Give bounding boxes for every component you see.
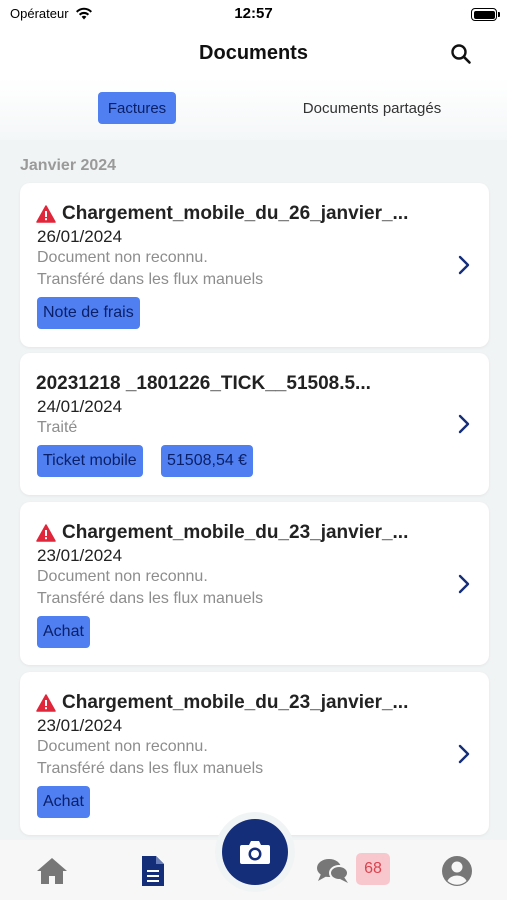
search-icon[interactable] <box>449 42 473 66</box>
warning-icon <box>36 524 56 542</box>
messages-count-badge: 68 <box>356 853 390 885</box>
document-date: 26/01/2024 <box>37 227 123 246</box>
page-title: Documents <box>199 42 308 64</box>
battery-icon <box>471 8 500 21</box>
document-title-row: 20231218 _1801226_TICK__51508.5... <box>36 373 459 395</box>
document-card[interactable]: Chargement_mobile_du_23_janvier_... 23/0… <box>20 502 489 665</box>
tab-profile[interactable] <box>440 854 474 888</box>
document-date: 24/01/2024 <box>37 397 123 416</box>
document-card[interactable]: 20231218 _1801226_TICK__51508.5... 24/01… <box>20 353 489 495</box>
tag-ticket-mobile[interactable]: Ticket mobile <box>37 445 143 477</box>
document-title-row: Chargement_mobile_du_23_janvier_... <box>36 522 459 544</box>
tab-documents[interactable] <box>136 854 170 888</box>
chevron-right-icon <box>458 574 470 594</box>
document-title: Chargement_mobile_du_26_janvier_... <box>62 203 409 224</box>
document-title: 20231218 _1801226_TICK__51508.5... <box>36 373 371 394</box>
document-title-row: Chargement_mobile_du_26_janvier_... <box>36 203 459 225</box>
tab-factures[interactable]: Factures <box>98 92 176 124</box>
document-date: 23/01/2024 <box>37 716 123 735</box>
home-icon <box>37 858 67 884</box>
nav-header: Documents <box>0 30 507 78</box>
camera-icon <box>240 841 270 864</box>
chat-icon <box>317 859 349 883</box>
document-status: Document non reconnu. <box>37 738 208 755</box>
chevron-right-icon <box>458 255 470 275</box>
tag-note-de-frais[interactable]: Note de frais <box>37 297 140 329</box>
document-title: Chargement_mobile_du_23_janvier_... <box>62 522 409 543</box>
document-card[interactable]: Chargement_mobile_du_26_janvier_... 26/0… <box>20 183 489 347</box>
warning-icon <box>36 205 56 223</box>
document-status: Document non reconnu. <box>37 568 208 585</box>
profile-icon <box>442 856 472 886</box>
section-header: Janvier 2024 <box>20 157 117 174</box>
status-bar: Opérateur 12:57 <box>0 0 507 30</box>
status-time: 12:57 <box>234 5 273 22</box>
chevron-right-icon <box>458 744 470 764</box>
tag-achat[interactable]: Achat <box>37 616 90 648</box>
tab-messages[interactable] <box>316 854 350 888</box>
document-icon <box>142 856 164 886</box>
segmented-control: Factures Documents partagés <box>0 78 507 140</box>
document-status-detail: Transféré dans les flux manuels <box>37 271 264 288</box>
document-date: 23/01/2024 <box>37 546 123 565</box>
tag-amount[interactable]: 51508,54 € <box>161 445 254 477</box>
tab-documents-partages[interactable]: Documents partagés <box>284 92 460 124</box>
document-title: Chargement_mobile_du_23_janvier_... <box>62 692 409 713</box>
document-status: Traité <box>37 419 78 436</box>
tag-achat[interactable]: Achat <box>37 786 90 818</box>
chevron-right-icon <box>458 414 470 434</box>
camera-button[interactable] <box>222 819 288 885</box>
tab-home[interactable] <box>35 854 69 888</box>
document-status: Document non reconnu. <box>37 249 208 266</box>
document-title-row: Chargement_mobile_du_23_janvier_... <box>36 692 459 714</box>
document-card[interactable]: Chargement_mobile_du_23_janvier_... 23/0… <box>20 672 489 835</box>
document-status-detail: Transféré dans les flux manuels <box>37 590 264 607</box>
document-status-detail: Transféré dans les flux manuels <box>37 760 264 777</box>
warning-icon <box>36 694 56 712</box>
